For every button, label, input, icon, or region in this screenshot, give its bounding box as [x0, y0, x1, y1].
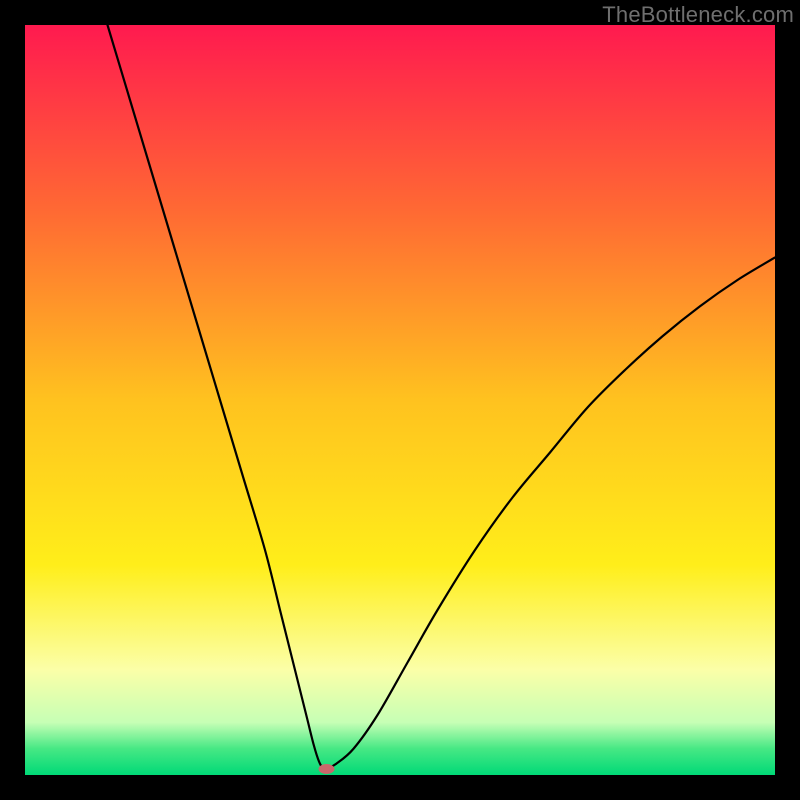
bottleneck-chart-svg: [25, 25, 775, 775]
optimum-point-marker: [319, 764, 335, 774]
chart-background: [25, 25, 775, 775]
plot-area: [25, 25, 775, 775]
chart-frame: TheBottleneck.com: [0, 0, 800, 800]
